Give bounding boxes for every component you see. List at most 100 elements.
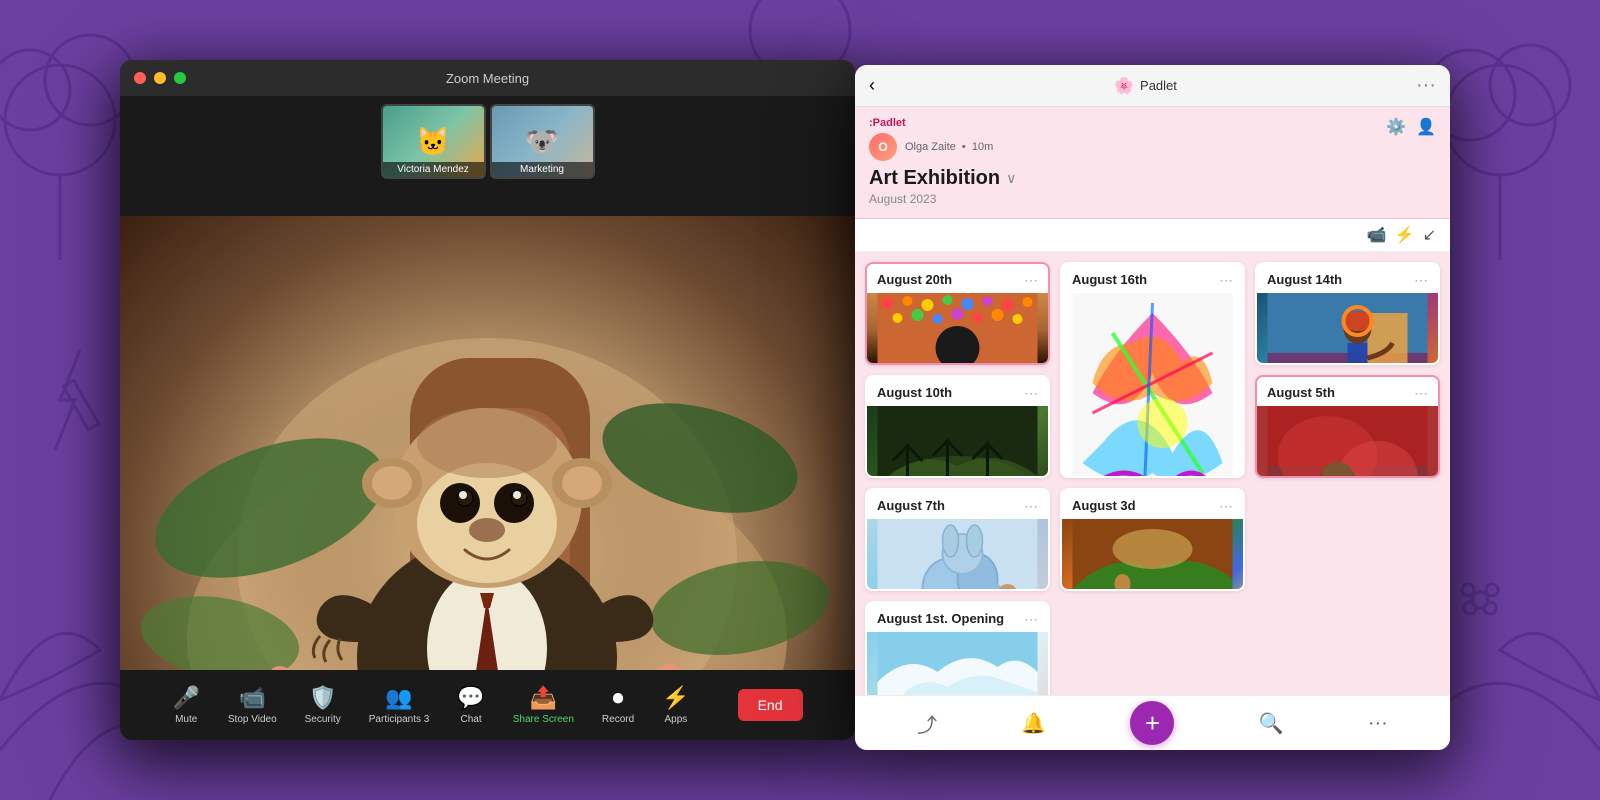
- padlet-card-aug20-menu[interactable]: ⋯: [1024, 272, 1038, 289]
- padlet-card-aug10-date: August 10th: [877, 385, 952, 400]
- window-minimize-dot[interactable]: [154, 72, 166, 84]
- zoom-window: Zoom Meeting 🐱 Victoria Mendez 🐨 Marketi…: [120, 60, 855, 740]
- zoom-control-record[interactable]: ⏺ Record: [602, 685, 634, 725]
- padlet-card-aug10-image: [867, 406, 1048, 478]
- padlet-card-aug20-date: August 20th: [877, 272, 952, 287]
- padlet-options-button[interactable]: ···: [1368, 712, 1388, 735]
- padlet-card-aug1[interactable]: August 1st. Opening ⋯: [865, 601, 1050, 704]
- padlet-card-aug14-image: [1257, 293, 1438, 365]
- padlet-card-aug20-image: [867, 293, 1048, 365]
- padlet-add-button[interactable]: +: [1130, 701, 1174, 745]
- padlet-card-aug16-date: August 16th: [1072, 272, 1147, 287]
- padlet-card-aug14-date: August 14th: [1267, 272, 1342, 287]
- padlet-empty-cell: [1255, 488, 1440, 591]
- padlet-card-aug20-header: August 20th ⋯: [867, 264, 1048, 293]
- padlet-card-aug5[interactable]: August 5th ⋯ Miquel Barcelo: [1255, 375, 1440, 478]
- padlet-card-aug3-menu[interactable]: ⋯: [1219, 498, 1233, 515]
- zoom-control-participants[interactable]: 👥 Participants 3: [369, 685, 430, 725]
- mute-icon: 🎤: [172, 685, 199, 711]
- zoom-end-button[interactable]: End: [738, 689, 803, 721]
- padlet-card-aug1-menu[interactable]: ⋯: [1024, 611, 1038, 628]
- padlet-author-row: O Olga Zaite • 10m: [869, 133, 1436, 161]
- padlet-notification-button[interactable]: 🔔: [1021, 711, 1046, 736]
- window-maximize-dot[interactable]: [174, 72, 186, 84]
- padlet-card-aug7-image: [867, 519, 1048, 591]
- zoom-control-chat[interactable]: 💬 Chat: [457, 685, 484, 725]
- padlet-card-aug7[interactable]: August 7th ⋯: [865, 488, 1050, 591]
- padlet-author-avatar: O: [869, 133, 897, 161]
- padlet-more-button[interactable]: ···: [1416, 74, 1436, 97]
- stop-video-icon: 📹: [239, 685, 266, 711]
- record-icon: ⏺: [613, 685, 624, 711]
- padlet-window-title-group: 🌸 Padlet: [1114, 76, 1177, 96]
- padlet-card-aug1-header: August 1st. Opening ⋯: [867, 603, 1048, 632]
- zoom-thumbnails: 🐱 Victoria Mendez 🐨 Marketing: [381, 96, 595, 187]
- padlet-card-aug7-header: August 7th ⋯: [867, 490, 1048, 519]
- stop-video-label: Stop Video: [228, 714, 277, 725]
- padlet-search-button[interactable]: 🔍: [1259, 711, 1284, 736]
- padlet-card-aug14-header: August 14th ⋯: [1257, 264, 1438, 293]
- padlet-card-aug5-header: August 5th ⋯: [1257, 377, 1438, 406]
- padlet-window-title: Padlet: [1140, 78, 1177, 93]
- padlet-share-button[interactable]: ⤴: [917, 709, 937, 738]
- padlet-author-time: 10m: [972, 141, 993, 153]
- padlet-content-grid: August 20th ⋯: [855, 252, 1450, 714]
- zoom-control-stop-video[interactable]: 📹 Stop Video: [228, 685, 277, 725]
- padlet-card-aug10-menu[interactable]: ⋯: [1024, 385, 1038, 402]
- participants-icon: 👥: [385, 685, 412, 711]
- padlet-card-aug14-menu[interactable]: ⋯: [1414, 272, 1428, 289]
- padlet-video-tool[interactable]: 📹: [1367, 225, 1387, 245]
- padlet-board-title-row: Art Exhibition ∨: [869, 167, 1436, 190]
- padlet-card-aug10[interactable]: August 10th ⋯ Anslem Kiefer: [865, 375, 1050, 478]
- padlet-card-aug16-image: [1062, 293, 1243, 478]
- padlet-card-aug7-date: August 7th: [877, 498, 945, 513]
- padlet-card-aug14[interactable]: August 14th ⋯ N: [1255, 262, 1440, 365]
- padlet-header-actions: ⚙️ 👤: [1386, 117, 1436, 137]
- zoom-controls-bar: 🎤 Mute 📹 Stop Video 🛡️ Security 👥 Partic…: [120, 670, 855, 740]
- participant-thumb-marketing[interactable]: 🐨 Marketing: [490, 104, 595, 179]
- participant-thumb-victoria[interactable]: 🐱 Victoria Mendez: [381, 104, 486, 179]
- padlet-header: :Padlet O Olga Zaite • 10m Art Exhibitio…: [855, 107, 1450, 219]
- security-icon: 🛡️: [309, 685, 336, 711]
- padlet-card-aug20[interactable]: August 20th ⋯: [865, 262, 1050, 365]
- padlet-settings-button[interactable]: ⚙️: [1386, 117, 1406, 137]
- padlet-title-icon: 🌸: [1114, 76, 1134, 96]
- padlet-author-info: Olga Zaite • 10m: [905, 141, 993, 153]
- zoom-control-security[interactable]: 🛡️ Security: [305, 685, 341, 725]
- security-label: Security: [305, 714, 341, 725]
- participant-label-victoria: Victoria Mendez: [383, 162, 484, 177]
- padlet-card-aug3-date: August 3d: [1072, 498, 1136, 513]
- record-label: Record: [602, 714, 634, 725]
- padlet-card-aug5-date: August 5th: [1267, 385, 1335, 400]
- padlet-card-aug5-image: [1257, 406, 1438, 478]
- padlet-collapse-tool[interactable]: ↙: [1423, 225, 1436, 245]
- padlet-card-aug3[interactable]: August 3d ⋯: [1060, 488, 1245, 591]
- padlet-filter-tool[interactable]: ⚡: [1395, 225, 1415, 245]
- zoom-control-mute[interactable]: 🎤 Mute: [172, 685, 199, 725]
- share-screen-icon: 📤: [530, 685, 557, 711]
- padlet-card-aug3-header: August 3d ⋯: [1062, 490, 1243, 519]
- padlet-titlebar: ‹ 🌸 Padlet ···: [855, 65, 1450, 107]
- padlet-board-subtitle: August 2023: [869, 192, 1436, 206]
- padlet-card-aug7-menu[interactable]: ⋯: [1024, 498, 1038, 515]
- padlet-card-aug5-menu[interactable]: ⋯: [1414, 385, 1428, 402]
- zoom-main-video: [120, 216, 855, 740]
- participants-label: Participants 3: [369, 714, 430, 725]
- apps-label: Apps: [664, 714, 687, 725]
- padlet-card-aug1-image: [867, 632, 1048, 702]
- padlet-card-aug16[interactable]: August 16th ⋯ Albert Oehlen: [1060, 262, 1245, 478]
- zoom-control-share-screen[interactable]: 📤 Share Screen: [513, 685, 574, 725]
- zoom-window-title: Zoom Meeting: [446, 71, 529, 86]
- participant-label-marketing: Marketing: [492, 162, 593, 177]
- padlet-title-dropdown[interactable]: ∨: [1006, 170, 1016, 187]
- chat-icon: 💬: [457, 685, 484, 711]
- sloth-background: [120, 216, 855, 740]
- padlet-toolbar: 📹 ⚡ ↙: [855, 219, 1450, 252]
- padlet-window: ‹ 🌸 Padlet ··· :Padlet O Olga Zaite • 10…: [855, 65, 1450, 750]
- padlet-card-aug10-header: August 10th ⋯: [867, 377, 1048, 406]
- zoom-control-apps[interactable]: ⚡ Apps: [662, 685, 689, 725]
- padlet-card-aug16-menu[interactable]: ⋯: [1219, 272, 1233, 289]
- padlet-back-button[interactable]: ‹: [869, 75, 875, 96]
- window-close-dot[interactable]: [134, 72, 146, 84]
- padlet-user-button[interactable]: 👤: [1416, 117, 1436, 137]
